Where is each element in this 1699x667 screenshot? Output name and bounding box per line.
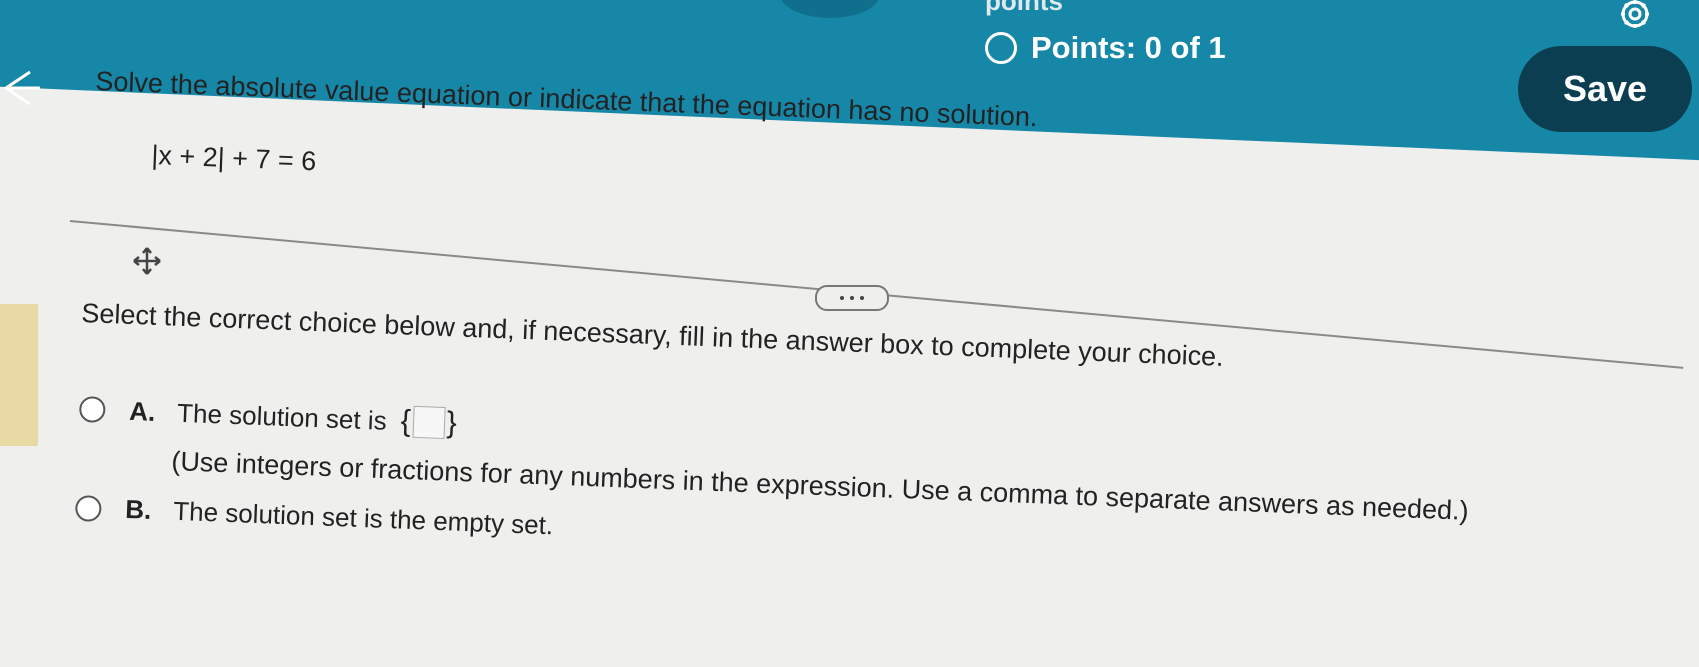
points-status-icon xyxy=(985,32,1017,64)
choice-b-radio[interactable] xyxy=(74,494,102,522)
more-dots-icon[interactable] xyxy=(815,285,889,311)
choice-a-letter: A. xyxy=(128,395,156,427)
back-arrow-icon[interactable] xyxy=(0,66,40,108)
points-label-top: points xyxy=(985,0,1063,16)
side-highlight xyxy=(0,304,38,446)
save-button[interactable]: Save xyxy=(1518,46,1692,132)
move-icon[interactable] xyxy=(132,246,162,276)
choice-a-text: The solution set is xyxy=(176,397,388,436)
equation: |x + 2| + 7 = 6 xyxy=(150,140,317,177)
settings-gear-icon[interactable] xyxy=(1612,0,1658,36)
brace-close: } xyxy=(446,406,458,440)
brace-open: { xyxy=(400,404,412,438)
answer-input[interactable] xyxy=(412,405,446,440)
choice-b-letter: B. xyxy=(124,493,152,525)
choice-a-radio[interactable] xyxy=(78,395,106,423)
points-text: Points: 0 of 1 xyxy=(1031,30,1226,65)
points-status: Points: 0 of 1 xyxy=(985,30,1226,66)
